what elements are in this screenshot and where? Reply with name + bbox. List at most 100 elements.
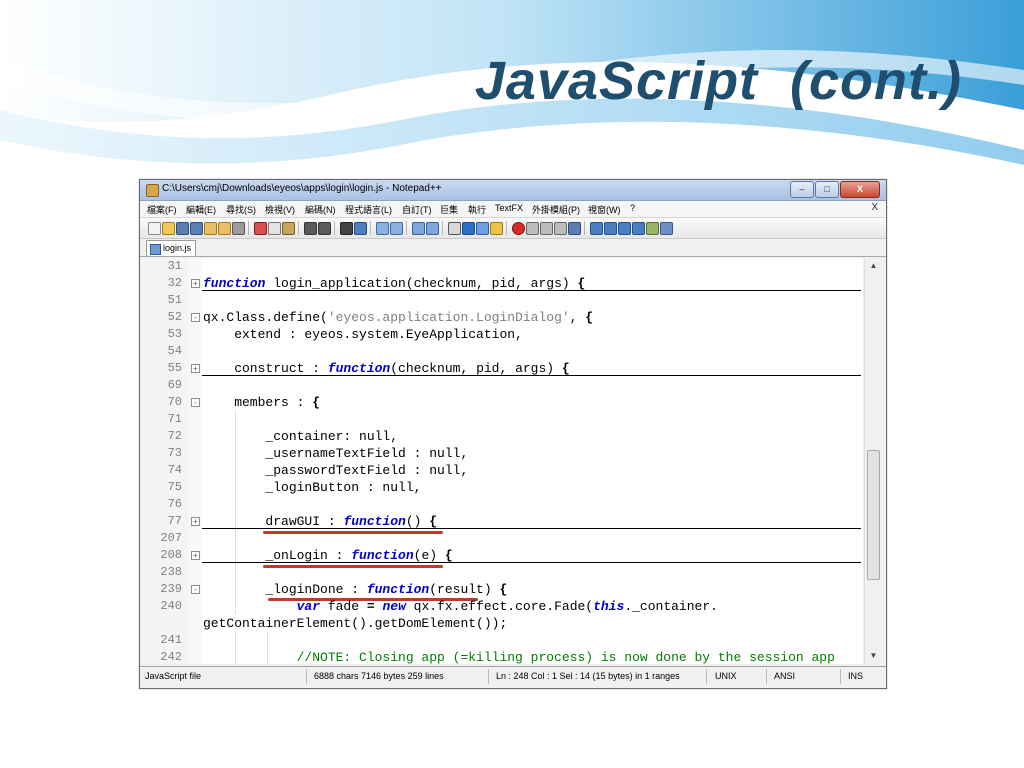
code-editor[interactable]: 31 32 + function login_application(check…	[142, 258, 863, 664]
maximize-button[interactable]: □	[815, 181, 839, 198]
code-line: 52 - qx.Class.define('eyeos.application.…	[142, 309, 863, 326]
save-icon[interactable]	[176, 222, 189, 235]
next-icon[interactable]	[632, 222, 645, 235]
menu-encoding[interactable]: 編碼(N)	[305, 203, 336, 216]
minimize-button[interactable]: –	[790, 181, 814, 198]
code-text: qx.Class.define('eyeos.application.Login…	[203, 310, 594, 325]
code-line: 31	[142, 258, 863, 275]
wrap-icon[interactable]	[448, 222, 461, 235]
menu-file[interactable]: 檔案(F)	[147, 203, 177, 216]
window-title: C:\Users\cmj\Downloads\eyeos\apps\login\…	[162, 183, 442, 194]
menu-macro[interactable]: 巨集	[440, 203, 458, 216]
fold-toggle[interactable]: -	[191, 313, 200, 322]
tab-bar: login.js	[140, 239, 886, 257]
code-text: _passwordTextField : null,	[203, 463, 469, 478]
line-number: 51	[167, 293, 182, 307]
indent-guide-icon[interactable]	[476, 222, 489, 235]
line-number: 76	[167, 497, 182, 511]
toolbar-separator	[584, 221, 585, 235]
compare-icon[interactable]	[590, 222, 603, 235]
close-button[interactable]: X	[840, 181, 880, 198]
udl-icon[interactable]	[490, 222, 503, 235]
play-multi-icon[interactable]	[554, 222, 567, 235]
menu-help[interactable]: ?	[630, 203, 635, 213]
scroll-down-icon[interactable]: ▼	[867, 650, 880, 662]
find-icon[interactable]	[340, 222, 353, 235]
fold-toggle[interactable]: +	[191, 364, 200, 373]
fold-toggle[interactable]: +	[191, 517, 200, 526]
toolbar-separator	[370, 221, 371, 235]
fold-marker-line	[202, 290, 861, 291]
fold-marker-line	[202, 562, 861, 563]
fold-marker-line	[202, 528, 861, 529]
open-icon[interactable]	[162, 222, 175, 235]
menu-bar: 檔案(F) 編輯(E) 尋找(S) 檢視(V) 編碼(N) 程式語言(L) 自訂…	[140, 201, 886, 218]
paste-icon[interactable]	[282, 222, 295, 235]
save-all-icon[interactable]	[190, 222, 203, 235]
status-insert-mode: INS	[848, 671, 864, 681]
toolbar-separator	[506, 221, 507, 235]
menu-edit[interactable]: 編輯(E)	[186, 203, 216, 216]
menu-search[interactable]: 尋找(S)	[226, 203, 256, 216]
play-icon[interactable]	[540, 222, 553, 235]
code-line: 240 var fade = new qx.fx.effect.core.Fad…	[142, 598, 863, 615]
line-number: 32	[167, 276, 182, 290]
menu-settings[interactable]: 自訂(T)	[402, 203, 432, 216]
redo-icon[interactable]	[318, 222, 331, 235]
zoom-in-icon[interactable]	[376, 222, 389, 235]
title-bar[interactable]: C:\Users\cmj\Downloads\eyeos\apps\login\…	[140, 180, 886, 201]
undo-icon[interactable]	[304, 222, 317, 235]
code-line: 71	[142, 411, 863, 428]
window-controls: – □ X	[790, 181, 880, 198]
line-number: 77	[167, 514, 182, 528]
vertical-scrollbar[interactable]: ▲ ▼	[864, 258, 882, 664]
fold-toggle[interactable]: -	[191, 585, 200, 594]
code-line: 238	[142, 564, 863, 581]
toolbar-separator	[406, 221, 407, 235]
tab-login-js[interactable]: login.js	[146, 240, 197, 256]
spell-icon[interactable]	[660, 222, 673, 235]
scroll-up-icon[interactable]: ▲	[867, 260, 880, 272]
notepad-app-icon	[146, 184, 159, 197]
line-number: 52	[167, 310, 182, 324]
menu-view[interactable]: 檢視(V)	[265, 203, 295, 216]
menu-plugins[interactable]: 外掛模組(P)	[532, 203, 580, 216]
document-close-button[interactable]: X	[871, 202, 878, 213]
line-number: 69	[167, 378, 182, 392]
menu-run[interactable]: 執行	[468, 203, 486, 216]
status-separator	[766, 669, 767, 684]
menu-window[interactable]: 視窗(W)	[588, 203, 621, 216]
slide-title: JavaScript (cont.)	[474, 51, 962, 111]
code-line: 74 _passwordTextField : null,	[142, 462, 863, 479]
menu-language[interactable]: 程式語言(L)	[345, 203, 392, 216]
record-icon[interactable]	[512, 222, 525, 235]
scroll-thumb[interactable]	[867, 450, 880, 580]
fold-toggle[interactable]: -	[191, 398, 200, 407]
down-icon[interactable]	[618, 222, 631, 235]
print-icon[interactable]	[232, 222, 245, 235]
replace-icon[interactable]	[354, 222, 367, 235]
new-icon[interactable]	[148, 222, 161, 235]
status-length: 6888 chars 7146 bytes 259 lines	[314, 671, 444, 681]
code-line: 242 //NOTE: Closing app (=killing proces…	[142, 649, 863, 664]
zoom-out-icon[interactable]	[390, 222, 403, 235]
close-all-icon[interactable]	[218, 222, 231, 235]
code-line: 75 _loginButton : null,	[142, 479, 863, 496]
up-icon[interactable]	[604, 222, 617, 235]
fold-toggle[interactable]: +	[191, 279, 200, 288]
line-number: 241	[160, 633, 182, 647]
save-macro-icon[interactable]	[568, 222, 581, 235]
code-line: 54	[142, 343, 863, 360]
fold-toggle[interactable]: +	[191, 551, 200, 560]
menu-textfx[interactable]: TextFX	[495, 203, 523, 213]
cut-icon[interactable]	[254, 222, 267, 235]
sync-v-icon[interactable]	[412, 222, 425, 235]
sync-h-icon[interactable]	[426, 222, 439, 235]
status-position: Ln : 248 Col : 1 Sel : 14 (15 bytes) in …	[496, 671, 680, 681]
highlight-icon[interactable]	[646, 222, 659, 235]
close-icon[interactable]	[204, 222, 217, 235]
stop-icon[interactable]	[526, 222, 539, 235]
status-separator	[706, 669, 707, 684]
all-chars-icon[interactable]	[462, 222, 475, 235]
copy-icon[interactable]	[268, 222, 281, 235]
